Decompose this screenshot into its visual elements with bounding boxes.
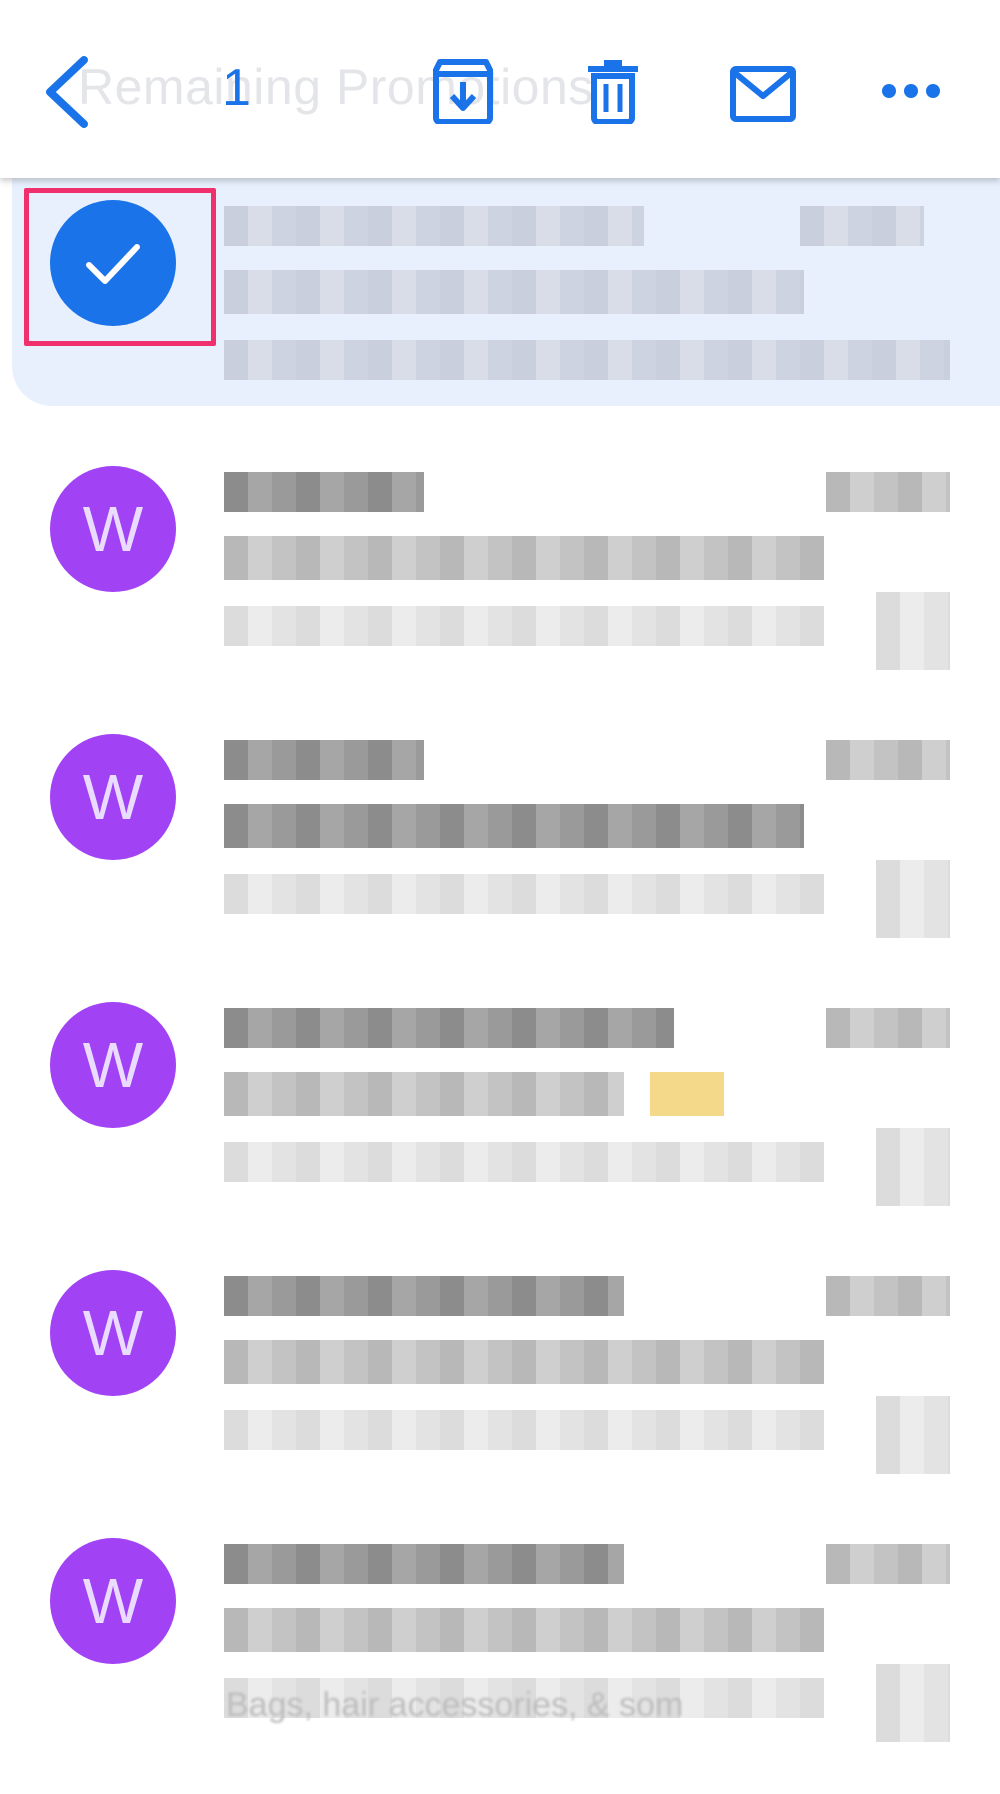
list-item[interactable]: W <box>0 1258 1000 1526</box>
delete-button[interactable] <box>586 58 640 124</box>
more-options-button[interactable] <box>880 76 942 106</box>
avatar: W <box>50 466 176 592</box>
page-title: Remaining Promotions <box>78 59 594 115</box>
selected-count: 1 <box>222 59 251 117</box>
list-item[interactable] <box>0 178 1000 456</box>
avatar: W <box>50 1002 176 1128</box>
archive-button[interactable] <box>432 58 494 124</box>
message-snippet: Bags, hair accessories, & som <box>226 1686 684 1724</box>
list-item[interactable]: W <box>0 1526 1000 1794</box>
selection-toolbar: Remaining Promotions 1 <box>0 0 1000 178</box>
list-item[interactable]: W <box>0 722 1000 990</box>
avatar: W <box>50 734 176 860</box>
mark-unread-button[interactable] <box>730 66 796 122</box>
more-horiz-icon <box>882 84 940 98</box>
highlight-annotation <box>24 188 216 346</box>
avatar: W <box>50 1538 176 1664</box>
back-arrow-icon <box>46 56 88 128</box>
mail-icon <box>730 66 796 122</box>
trash-icon <box>588 60 638 124</box>
archive-icon <box>433 59 493 124</box>
list-item[interactable]: W <box>0 990 1000 1258</box>
back-button[interactable] <box>40 54 96 130</box>
list-item[interactable]: W <box>0 454 1000 722</box>
avatar: W <box>50 1270 176 1396</box>
